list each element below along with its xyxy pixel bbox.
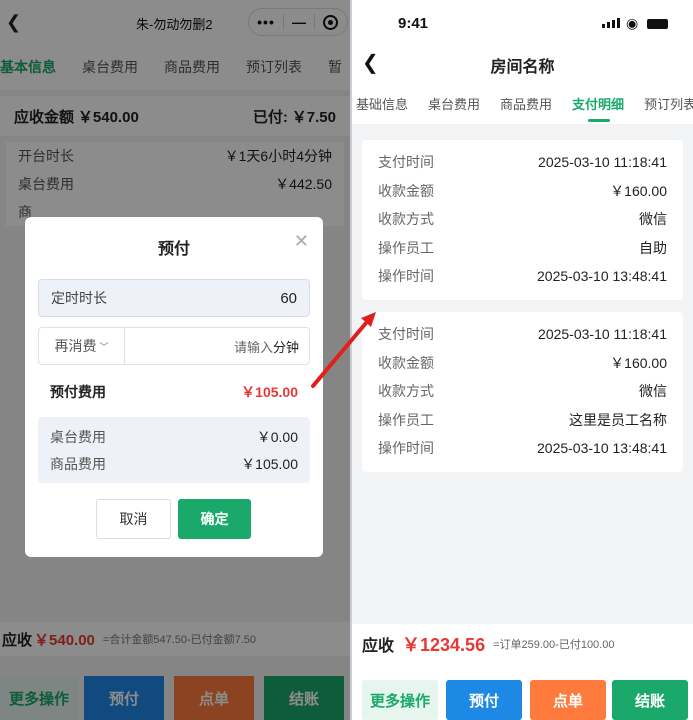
bottom-total: 应收 ￥1234.56 =订单259.00-已付100.00 xyxy=(352,624,693,664)
prepay-fee-row: 预付费用 ￥105.00 xyxy=(38,377,310,407)
prepay-button[interactable]: 预付 xyxy=(446,680,522,720)
wifi-icon: ◉ xyxy=(626,15,639,31)
payment-list: 支付时间 2025-03-10 11:18:41 收款金额 ￥160.00 收款方式… xyxy=(352,126,693,616)
tab-booking-list[interactable]: 预订列表 xyxy=(644,94,693,113)
chevron-down-icon: ﹀ xyxy=(99,341,109,352)
action-bar: 更多操作 预付 点单 结账 xyxy=(352,664,693,720)
status-time: 9:41 xyxy=(398,15,429,32)
more-actions-button[interactable]: 更多操作 xyxy=(362,680,438,720)
cancel-button[interactable]: 取消 xyxy=(96,499,171,539)
tab-bar: 基础信息 桌台费用 商品费用 支付明细 预订列表 xyxy=(352,82,693,124)
page-title: 房间名称 xyxy=(490,59,555,76)
signal-icon xyxy=(602,18,620,28)
timer-label: 定时时长 xyxy=(51,290,107,306)
tab-payment-detail[interactable]: 支付明细 xyxy=(572,94,624,122)
nav-bar: ❮ 房间名称 xyxy=(352,44,693,82)
prepay-modal: 预付 ✕ 定时时长 60 再消费 ﹀ 请输入 分钟 预付费用 ￥105.00 桌台费… xyxy=(25,217,323,557)
total-label: 应收 xyxy=(362,638,395,655)
consume-type-select[interactable]: 再消费 ﹀ xyxy=(39,328,125,364)
checkout-button[interactable]: 结账 xyxy=(612,680,688,720)
prepay-fee-amount: ￥105.00 xyxy=(241,384,298,400)
confirm-button[interactable]: 确定 xyxy=(178,499,251,539)
breakdown-row: 桌台费用 ￥0.00 xyxy=(50,428,298,445)
modal-title: 预付 xyxy=(157,241,190,258)
breakdown-row: 商品费用 ￥105.00 xyxy=(50,455,298,472)
timer-value: 60 xyxy=(280,289,297,307)
payment-card: 支付时间 2025-03-10 11:18:41 收款金额 ￥160.00 收款方式… xyxy=(362,140,683,300)
status-bar: 9:41 ◉ xyxy=(352,0,693,44)
total-detail: =订单259.00-已付100.00 xyxy=(493,639,615,651)
tab-basic-info[interactable]: 基础信息 xyxy=(356,94,408,113)
extra-consume-field: 再消费 ﹀ 请输入 分钟 xyxy=(38,327,310,365)
left-screen: ❮ 朱-勿动勿删2 ••• — 基本信息 桌台费用 商品费用 预订列表 暂 应收… xyxy=(0,0,350,720)
prepay-fee-label: 预付费用 xyxy=(50,384,106,400)
minutes-input[interactable]: 请输入 分钟 xyxy=(125,328,309,364)
fee-breakdown: 桌台费用 ￥0.00 商品费用 ￥105.00 xyxy=(38,417,310,483)
tab-table-fee[interactable]: 桌台费用 xyxy=(428,94,480,113)
battery-icon xyxy=(647,19,668,29)
payment-card: 支付时间 2025-03-10 11:18:41 收款金额 ￥160.00 收款方式… xyxy=(362,312,683,472)
order-button[interactable]: 点单 xyxy=(530,680,606,720)
timer-duration-field[interactable]: 定时时长 60 xyxy=(38,279,310,317)
total-amount: ￥1234.56 xyxy=(402,635,486,655)
close-icon[interactable]: ✕ xyxy=(294,231,309,252)
right-screen: 9:41 ◉ ❮ 房间名称 基础信息 桌台费用 商品费用 支付明细 预订列表 支… xyxy=(352,0,693,720)
tab-goods-fee[interactable]: 商品费用 xyxy=(500,94,552,113)
